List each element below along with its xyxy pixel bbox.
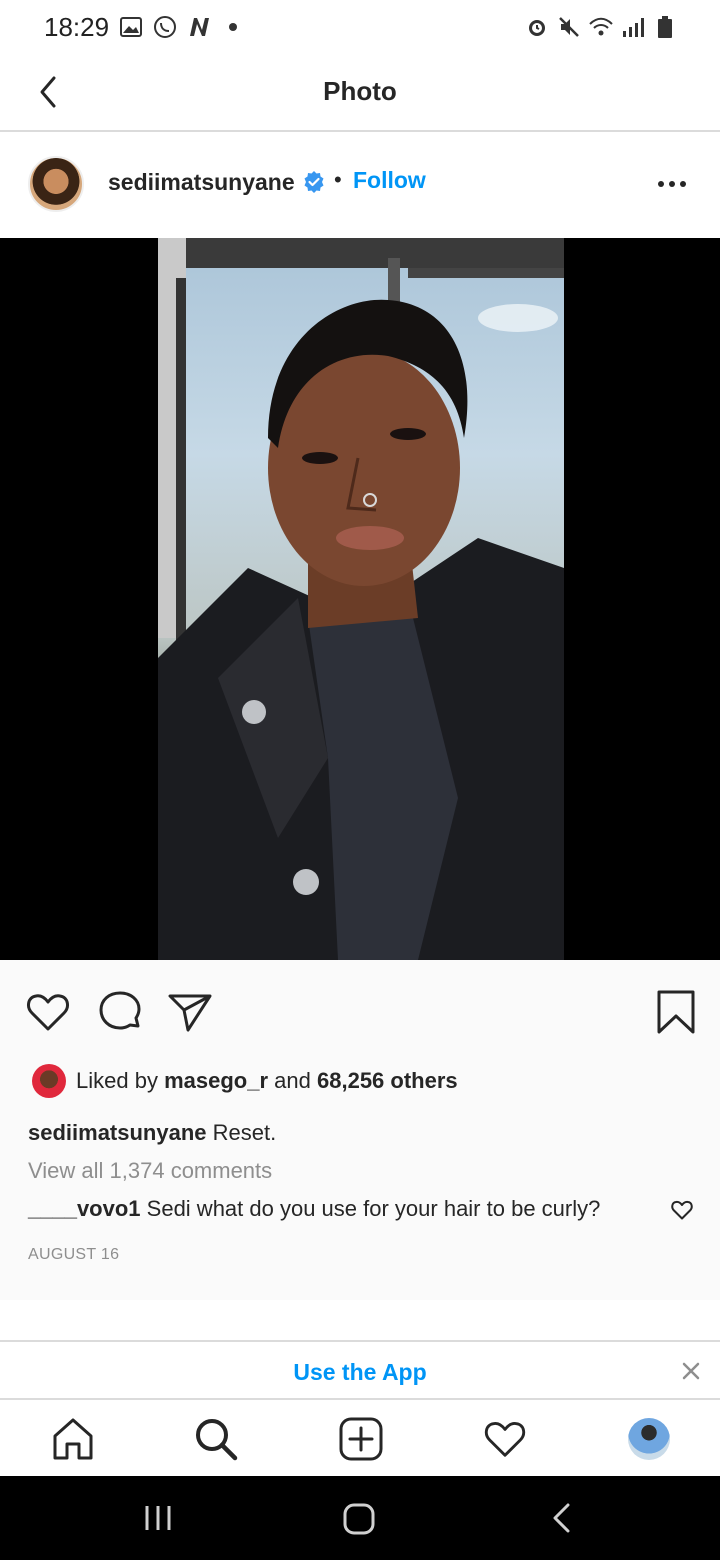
nav-activity[interactable] xyxy=(482,1416,528,1462)
recent-apps-button[interactable] xyxy=(142,1502,174,1534)
home-icon xyxy=(53,1418,93,1460)
status-time: 18:29 xyxy=(44,12,110,42)
likes-others[interactable]: 68,256 others xyxy=(317,1068,458,1093)
alarm-icon xyxy=(524,14,550,40)
mute-icon xyxy=(556,14,582,40)
send-paper-plane-icon xyxy=(168,994,212,1032)
whatsapp-icon xyxy=(152,14,178,40)
use-app-link[interactable]: Use the App xyxy=(0,1359,720,1386)
save-button[interactable] xyxy=(652,988,700,1036)
post-header: sediimatsunyane • Follow xyxy=(0,132,720,238)
status-right-icons xyxy=(524,14,678,40)
caption-username[interactable]: sediimatsunyane xyxy=(28,1120,207,1145)
like-button[interactable] xyxy=(24,988,72,1036)
portrait-image xyxy=(158,238,564,960)
battery-icon xyxy=(652,14,678,40)
liker-username[interactable]: masego_r xyxy=(164,1068,268,1093)
banner-close-button[interactable] xyxy=(680,1360,702,1382)
more-options-button[interactable] xyxy=(656,172,688,196)
new-post-icon xyxy=(339,1417,383,1461)
back-chevron-icon xyxy=(553,1503,570,1533)
wifi-icon xyxy=(588,14,614,40)
author-avatar[interactable] xyxy=(28,156,84,212)
nav-home[interactable] xyxy=(50,1416,96,1462)
home-square-icon xyxy=(343,1503,375,1535)
signal-icon xyxy=(620,14,646,40)
close-icon xyxy=(682,1362,700,1380)
likes-summary[interactable]: Liked by masego_r and 68,256 others xyxy=(32,1064,458,1098)
system-nav-bar xyxy=(0,1476,720,1560)
post-footer: Liked by masego_r and 68,256 others sedi… xyxy=(0,960,720,1300)
liker-avatar xyxy=(32,1064,66,1098)
comment-like-button[interactable] xyxy=(670,1198,694,1222)
author-username[interactable]: sediimatsunyane xyxy=(108,169,295,196)
verified-badge-icon xyxy=(302,170,326,194)
caption-text: Reset. xyxy=(212,1120,277,1145)
gallery-icon xyxy=(118,14,144,40)
caption: sediimatsunyane Reset. xyxy=(28,1120,276,1146)
heart-icon xyxy=(671,1200,693,1220)
likes-text: Liked by masego_r and 68,256 others xyxy=(76,1068,458,1094)
heart-icon xyxy=(27,994,69,1031)
comment-button[interactable] xyxy=(96,988,144,1036)
app-bar: Photo xyxy=(0,56,720,132)
bottom-nav xyxy=(0,1400,720,1476)
share-button[interactable] xyxy=(166,988,214,1036)
activity-heart-icon xyxy=(484,1422,526,1457)
likes-prefix: Liked by xyxy=(76,1068,158,1093)
status-bar: 18:29 xyxy=(0,0,720,56)
use-app-banner: Use the App xyxy=(0,1340,720,1400)
status-left-icons xyxy=(118,14,246,40)
profile-avatar[interactable] xyxy=(628,1418,670,1460)
comment-username[interactable]: ____vovo1 xyxy=(28,1196,141,1221)
nav-search[interactable] xyxy=(193,1416,239,1462)
separator-dot: • xyxy=(334,167,342,192)
bookmark-icon xyxy=(657,990,695,1034)
post-date: AUGUST 16 xyxy=(28,1246,120,1263)
dot-icon xyxy=(220,14,246,40)
post-photo[interactable] xyxy=(158,238,564,960)
more-horizontal-icon xyxy=(658,181,686,187)
n-app-icon xyxy=(186,14,212,40)
comment-item: ____vovo1 Sedi what do you use for your … xyxy=(28,1196,600,1222)
comment-bubble-icon xyxy=(99,991,141,1030)
likes-and: and xyxy=(274,1068,311,1093)
home-system-button[interactable] xyxy=(342,1502,375,1535)
nav-new-post[interactable] xyxy=(338,1416,384,1462)
search-icon xyxy=(196,1419,238,1461)
recent-apps-icon xyxy=(145,1506,171,1530)
back-system-button[interactable] xyxy=(546,1502,578,1534)
photo-container[interactable] xyxy=(0,238,720,960)
comment-text: Sedi what do you use for your hair to be… xyxy=(146,1196,601,1221)
view-all-comments-link[interactable]: View all 1,374 comments xyxy=(28,1158,272,1184)
page-title: Photo xyxy=(323,76,397,106)
follow-button[interactable]: Follow xyxy=(353,167,426,194)
